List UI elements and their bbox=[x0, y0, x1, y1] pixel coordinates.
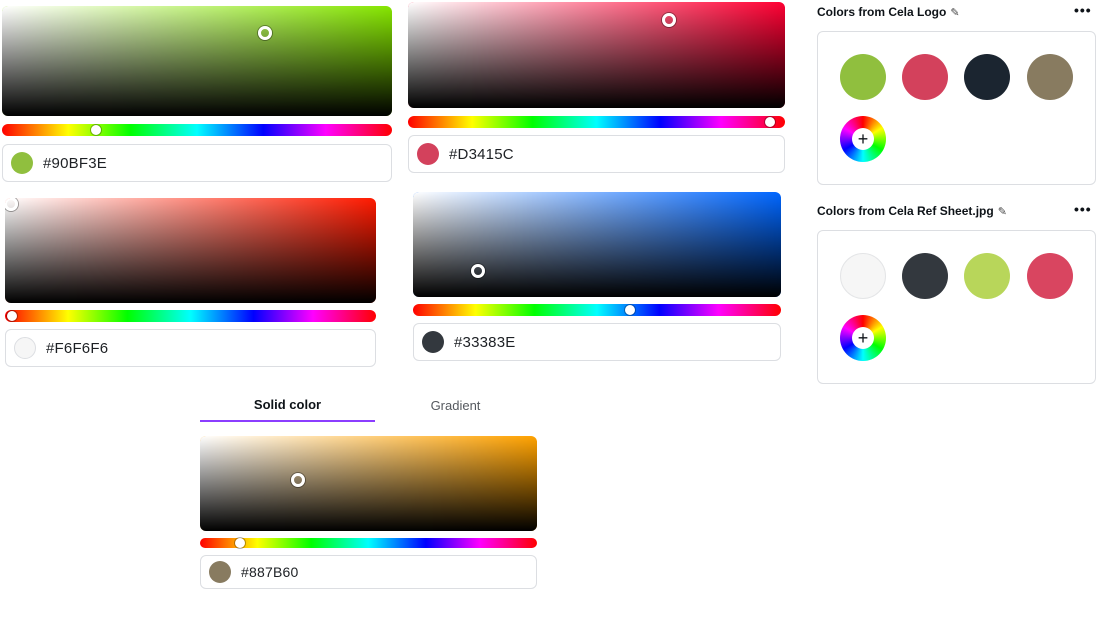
color-swatch-3 bbox=[14, 337, 36, 359]
color-dot[interactable] bbox=[964, 54, 1010, 100]
hex-input-4[interactable]: #33383E bbox=[413, 323, 781, 361]
saturation-handle-4[interactable] bbox=[471, 264, 485, 278]
pencil-icon[interactable]: ✎ bbox=[998, 205, 1007, 218]
hex-value-2: #D3415C bbox=[449, 145, 514, 163]
saturation-handle-1[interactable] bbox=[258, 26, 272, 40]
color-dot[interactable] bbox=[1027, 54, 1073, 100]
tab-gradient-label: Gradient bbox=[430, 397, 481, 413]
more-options-icon[interactable]: ••• bbox=[1074, 2, 1092, 18]
color-mode-tabs: Solid color Gradient bbox=[200, 388, 536, 422]
pencil-icon[interactable]: ✎ bbox=[950, 6, 959, 19]
color-dot[interactable] bbox=[1027, 253, 1073, 299]
hue-slider-1[interactable] bbox=[2, 124, 392, 136]
saturation-area-2[interactable] bbox=[408, 2, 785, 108]
color-swatch-2 bbox=[417, 143, 439, 165]
hex-value-4: #33383E bbox=[454, 333, 516, 351]
color-picker-2: #D3415C bbox=[408, 2, 785, 174]
hex-value-5: #887B60 bbox=[241, 564, 299, 580]
plus-icon: + bbox=[852, 128, 874, 150]
tab-gradient[interactable]: Gradient bbox=[375, 388, 536, 422]
color-dot[interactable] bbox=[902, 253, 948, 299]
hue-slider-2[interactable] bbox=[408, 116, 785, 128]
color-picker-4: #33383E bbox=[413, 192, 781, 362]
hue-handle-3[interactable] bbox=[7, 311, 18, 321]
color-dot[interactable] bbox=[902, 54, 948, 100]
saturation-area-3[interactable] bbox=[5, 198, 376, 303]
add-color-button[interactable]: + bbox=[840, 315, 886, 361]
hue-slider-3[interactable] bbox=[5, 310, 376, 322]
tab-solid-color[interactable]: Solid color bbox=[200, 388, 375, 422]
color-swatch-5 bbox=[209, 561, 231, 583]
hue-slider-4[interactable] bbox=[413, 304, 781, 316]
color-dot[interactable] bbox=[840, 54, 886, 100]
color-picker-1: #90BF3E bbox=[2, 6, 392, 184]
hex-input-1[interactable]: #90BF3E bbox=[2, 144, 392, 182]
hue-handle-1[interactable] bbox=[90, 125, 101, 135]
saturation-area-4[interactable] bbox=[413, 192, 781, 297]
logo-colors-title: Colors from Cela Logo ✎ bbox=[817, 4, 960, 20]
hex-value-3: #F6F6F6 bbox=[46, 339, 109, 357]
color-picker-5: #887B60 bbox=[200, 436, 537, 589]
hue-handle-5[interactable] bbox=[235, 538, 246, 548]
hue-slider-5[interactable] bbox=[200, 538, 537, 548]
hex-input-5[interactable]: #887B60 bbox=[200, 555, 537, 589]
saturation-area-5[interactable] bbox=[200, 436, 537, 531]
hue-handle-2[interactable] bbox=[764, 117, 775, 127]
logo-colors-title-text: Colors from Cela Logo bbox=[817, 5, 947, 19]
saturation-handle-5[interactable] bbox=[291, 473, 305, 487]
add-color-button[interactable]: + bbox=[840, 116, 886, 162]
hex-input-3[interactable]: #F6F6F6 bbox=[5, 329, 376, 367]
hue-handle-4[interactable] bbox=[625, 305, 636, 315]
saturation-handle-2[interactable] bbox=[662, 13, 676, 27]
ref-colors-title: Colors from Cela Ref Sheet.jpg ✎ bbox=[817, 203, 1007, 219]
logo-colors-card: + bbox=[817, 31, 1096, 185]
color-swatch-4 bbox=[422, 331, 444, 353]
saturation-area-1[interactable] bbox=[2, 6, 392, 116]
more-options-icon[interactable]: ••• bbox=[1074, 201, 1092, 217]
hex-input-2[interactable]: #D3415C bbox=[408, 135, 785, 173]
color-swatch-1 bbox=[11, 152, 33, 174]
ref-colors-card: + bbox=[817, 230, 1096, 384]
plus-icon: + bbox=[852, 327, 874, 349]
color-picker-3: #F6F6F6 bbox=[5, 198, 376, 368]
tab-solid-color-label: Solid color bbox=[253, 396, 322, 412]
hex-value-1: #90BF3E bbox=[43, 154, 107, 172]
color-dot[interactable] bbox=[964, 253, 1010, 299]
ref-colors-title-text: Colors from Cela Ref Sheet.jpg bbox=[817, 204, 994, 218]
color-dot[interactable] bbox=[840, 253, 886, 299]
